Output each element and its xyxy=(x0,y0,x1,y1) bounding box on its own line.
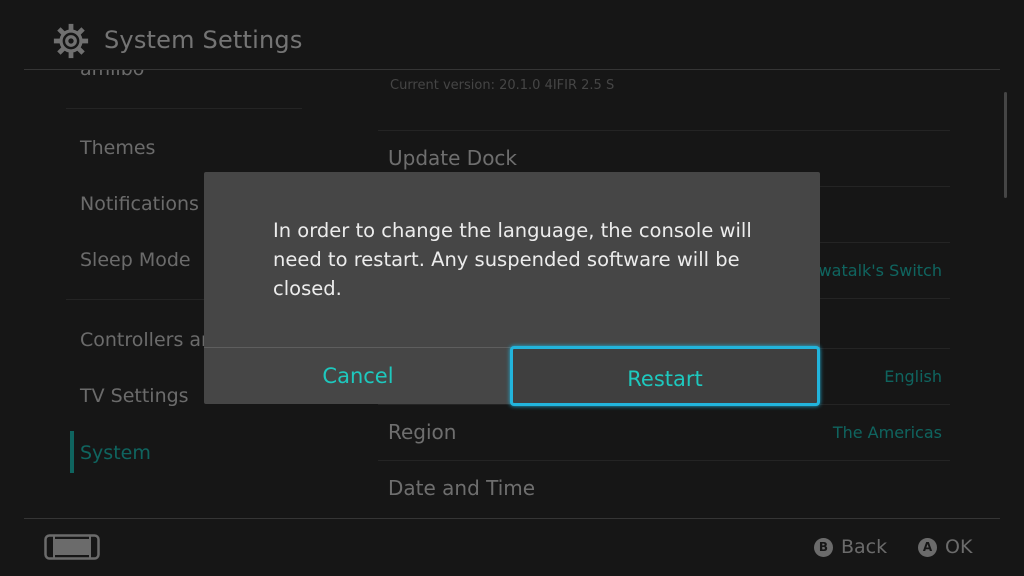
restart-dialog: In order to change the language, the con… xyxy=(204,172,820,406)
dialog-message: In order to change the language, the con… xyxy=(273,219,752,300)
restart-button[interactable]: Restart xyxy=(510,346,820,406)
cancel-button[interactable]: Cancel xyxy=(204,348,512,404)
